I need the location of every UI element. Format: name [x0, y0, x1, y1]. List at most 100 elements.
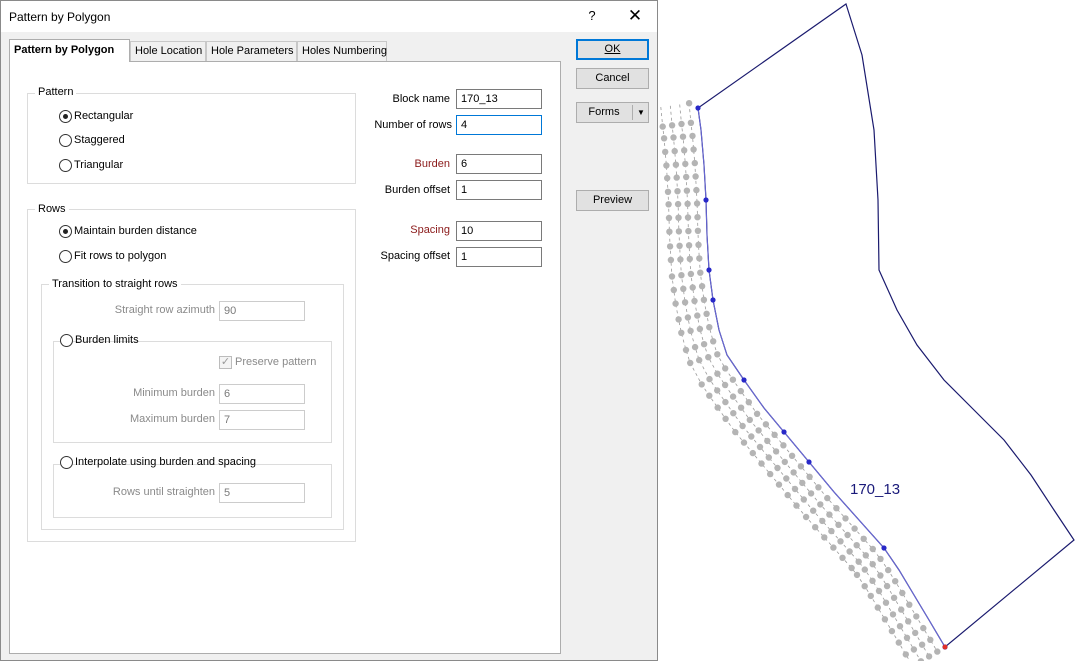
blast-hole-point [815, 484, 822, 491]
blast-hole-point [694, 214, 701, 221]
checkmark-icon[interactable]: ✓ [219, 356, 232, 369]
close-icon[interactable]: ✕ [621, 5, 649, 27]
tab-hole-location[interactable]: Hole Location [130, 41, 206, 61]
checkbox-label: Preserve pattern [235, 356, 317, 368]
spacing-input[interactable]: 10 [456, 221, 542, 241]
blast-hole-point [799, 479, 806, 487]
hole-rows [659, 100, 948, 664]
number-of-rows-input[interactable]: 4 [456, 115, 542, 135]
radio-button[interactable] [59, 134, 72, 147]
blast-hole-point [861, 583, 868, 590]
blast-hole-point [800, 496, 807, 503]
spacing-offset-input[interactable]: 1 [456, 247, 542, 267]
forms-label[interactable]: Forms [577, 103, 631, 122]
blast-hole-point [745, 399, 752, 406]
blast-hole-point [722, 398, 729, 406]
blast-hole-point [671, 147, 678, 155]
blast-hole-point [668, 122, 676, 129]
help-icon[interactable]: ? [584, 6, 600, 26]
blast-hole-point [764, 437, 771, 445]
blast-hole-point [740, 439, 748, 446]
preview-button[interactable]: Preview [576, 190, 649, 211]
blast-hole-point [802, 513, 810, 521]
blast-hole-point [824, 494, 831, 502]
blast-hole-point [765, 454, 772, 461]
blast-hole-point [662, 148, 669, 156]
blast-hole-point [781, 458, 788, 466]
blast-hole-point [672, 161, 680, 168]
hole-row-line [679, 104, 930, 657]
map-preview-canvas[interactable]: 170_13 [659, 0, 1082, 664]
blast-hole-point [698, 283, 706, 290]
blast-hole-point [844, 531, 851, 539]
blast-hole-point [687, 359, 694, 367]
blast-hole-point [860, 535, 867, 542]
blast-hole-point [890, 594, 898, 601]
burden-input[interactable]: 6 [456, 154, 542, 174]
blast-hole-point [693, 186, 700, 194]
tab-holes-numbering[interactable]: Holes Numbering [297, 41, 387, 61]
blast-hole-point [678, 329, 685, 336]
blast-hole-point [684, 200, 691, 207]
radio-burden-limits[interactable]: Burden limits [60, 333, 139, 349]
blast-hole-point [684, 314, 692, 321]
radio-button[interactable] [60, 456, 73, 469]
radio-button[interactable] [59, 225, 72, 238]
block-name-map-label: 170_13 [850, 481, 901, 498]
blast-hole-point [668, 273, 676, 280]
blast-hole-point [685, 242, 693, 249]
blast-hole-point [748, 433, 755, 440]
blast-hole-point [896, 623, 904, 630]
radio-button[interactable] [59, 250, 72, 263]
polygon-vertex-point [881, 545, 887, 551]
blast-hole-point [700, 296, 708, 303]
blast-hole-point [674, 188, 681, 195]
blast-hole-point [899, 589, 906, 597]
chevron-down-icon[interactable]: ▼ [636, 103, 646, 122]
maximum-burden-input[interactable]: 7 [219, 410, 305, 430]
ok-button[interactable]: OK [576, 39, 649, 60]
blast-hole-point [918, 641, 926, 648]
radio-button[interactable] [59, 159, 72, 172]
radio-interpolate[interactable]: Interpolate using burden and spacing [60, 455, 256, 471]
window-title: Pattern by Polygon [9, 10, 111, 24]
maximum-burden-label: Maximum burden [130, 413, 215, 425]
spacing-label: Spacing [410, 224, 450, 236]
block-name-input[interactable]: 170_13 [456, 89, 542, 109]
minimum-burden-input[interactable]: 6 [219, 384, 305, 404]
rows-until-straighten-input[interactable]: 5 [219, 483, 305, 503]
blast-hole-point [739, 422, 746, 430]
blast-hole-point [694, 227, 702, 234]
blast-hole-point [913, 613, 920, 620]
blast-hole-point [674, 200, 682, 208]
tab-hole-parameters[interactable]: Hole Parameters [206, 41, 297, 61]
blast-hole-point [861, 566, 868, 573]
blast-hole-point [675, 228, 683, 235]
polygon-vertex-point [710, 297, 716, 303]
blast-hole-point [910, 646, 918, 653]
radio-button[interactable] [59, 110, 72, 123]
blast-hole-point [788, 452, 796, 459]
blast-hole-point [691, 159, 698, 167]
blast-hole-point [807, 490, 815, 497]
radio-button[interactable] [60, 334, 73, 347]
rows-group-legend: Rows [35, 203, 69, 215]
blast-hole-point [780, 442, 787, 449]
straight-row-azimuth-input[interactable]: 90 [219, 301, 305, 321]
cancel-button[interactable]: Cancel [576, 68, 649, 89]
blast-hole-point [783, 475, 790, 482]
blast-hole-point [660, 135, 668, 142]
burden-offset-input[interactable]: 1 [456, 180, 542, 200]
title-bar: Pattern by Polygon ? ✕ [1, 1, 657, 32]
blast-hole-point [756, 443, 764, 451]
polygon-vertex-point [703, 197, 709, 203]
radio-label: Staggered [74, 134, 125, 146]
blast-hole-point [797, 463, 805, 470]
blast-hole-point [678, 272, 685, 279]
minimum-burden-label: Minimum burden [133, 387, 215, 399]
forms-split-button[interactable]: Forms ▼ [576, 102, 649, 123]
blast-hole-point [853, 571, 861, 579]
radio-label: Triangular [74, 159, 124, 171]
tab-pattern-by-polygon[interactable]: Pattern by Polygon [9, 39, 130, 62]
blast-hole-point [867, 592, 874, 600]
